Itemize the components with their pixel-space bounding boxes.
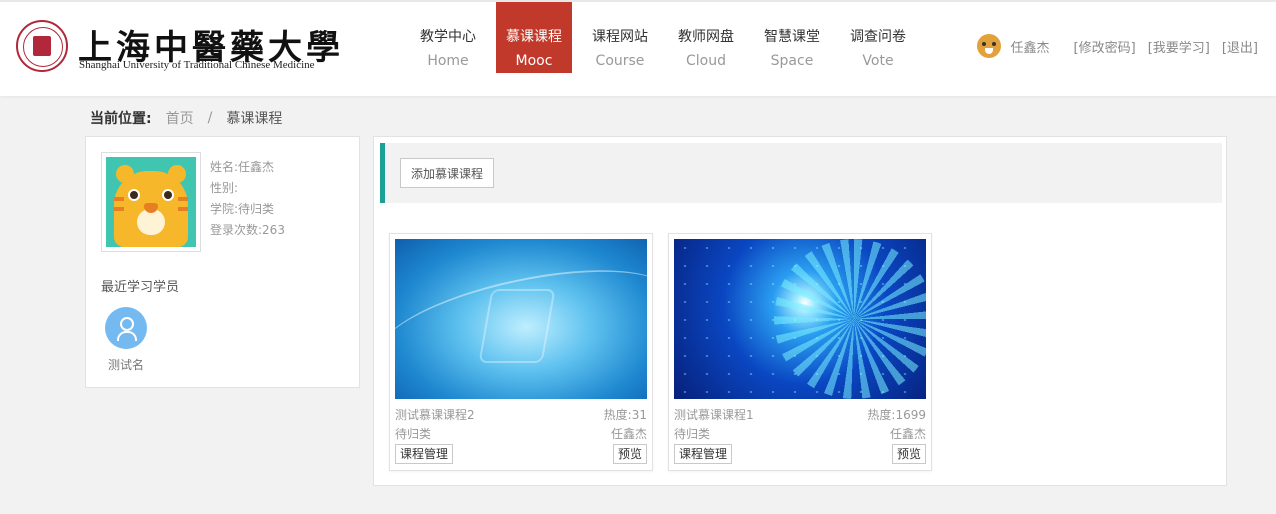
user-icon [105, 307, 147, 349]
profile-college: 学院:待归类 [210, 202, 275, 216]
course-manage-button[interactable]: 课程管理 [674, 444, 733, 464]
breadcrumb-home-link[interactable]: 首页 [166, 108, 194, 128]
add-mooc-course-button[interactable]: 添加慕课课程 [400, 158, 495, 188]
course-heat: 热度:31 [603, 408, 647, 422]
course-preview-button[interactable]: 预览 [891, 444, 926, 464]
breadcrumb-current: 慕课课程 [226, 111, 283, 127]
course-card: 测试慕课课程1 热度:1699 待归类 任鑫杰 课程管理 预览 [668, 233, 932, 471]
tiger-avatar-icon [106, 157, 196, 247]
course-title[interactable]: 测试慕课课程2 [395, 408, 475, 422]
change-password-link[interactable]: [修改密码] [1074, 37, 1136, 56]
logout-link[interactable]: [退出] [1222, 37, 1258, 56]
course-category: 待归类 [395, 427, 432, 441]
nav-label-en: Home [427, 53, 469, 69]
course-preview-button[interactable]: 预览 [612, 444, 647, 464]
tiger-avatar-icon [976, 34, 1001, 58]
recent-learners-title: 最近学习学员 [101, 280, 180, 295]
nav-label-cn: 调查问卷 [850, 29, 906, 45]
nav-item-mooc[interactable]: 慕课课程 Mooc [496, 2, 572, 73]
learner-item[interactable]: 测试名 [104, 307, 148, 373]
my-learning-link[interactable]: [我要学习] [1148, 37, 1210, 56]
breadcrumb: 当前位置: 首页 / 慕课课程 [90, 108, 282, 128]
course-panel: 添加慕课课程 测试慕课课程2 热度:31 待归类 任鑫杰 课程管理 预览 测试慕… [373, 136, 1227, 486]
course-thumbnail[interactable] [674, 239, 926, 399]
course-teacher: 任鑫杰 [610, 427, 647, 441]
nav-item-course[interactable]: 课程网站 Course [582, 2, 658, 73]
top-header: 上海中醫藥大學 Shanghai University of Tradition… [0, 0, 1276, 96]
profile-name: 姓名:任鑫杰 [210, 160, 275, 174]
breadcrumb-separator: / [207, 110, 213, 126]
nav-label-cn: 慕课课程 [506, 29, 562, 45]
course-teacher: 任鑫杰 [889, 427, 926, 441]
nav-label-en: Space [770, 53, 814, 69]
university-seal-icon [16, 20, 68, 72]
profile-gender: 性别: [210, 181, 239, 195]
nav-item-space[interactable]: 智慧课堂 Space [754, 2, 830, 73]
nav-item-home[interactable]: 教学中心 Home [410, 2, 486, 73]
nav-item-cloud[interactable]: 教师网盘 Cloud [668, 2, 744, 73]
breadcrumb-label: 当前位置: [90, 111, 152, 127]
university-logo[interactable]: 上海中醫藥大學 Shanghai University of Tradition… [14, 16, 340, 76]
course-category: 待归类 [674, 427, 711, 441]
course-manage-button[interactable]: 课程管理 [395, 444, 454, 464]
nav-label-en: Cloud [686, 53, 726, 69]
user-bar: 任鑫杰 [修改密码] [我要学习] [退出] [976, 34, 1258, 58]
course-card: 测试慕课课程2 热度:31 待归类 任鑫杰 课程管理 预览 [389, 233, 653, 471]
nav-label-en: Course [595, 53, 645, 69]
nav-label-cn: 课程网站 [592, 29, 648, 45]
nav-label-cn: 教学中心 [420, 29, 476, 45]
learner-name: 测试名 [107, 358, 144, 372]
course-toolbar: 添加慕课课程 [380, 143, 1222, 203]
course-title[interactable]: 测试慕课课程1 [674, 408, 754, 422]
profile-panel: 姓名:任鑫杰 性别: 学院:待归类 登录次数:263 最近学习学员 测试名 [85, 136, 360, 388]
user-name: 任鑫杰 [1010, 40, 1050, 56]
profile-avatar [101, 152, 201, 252]
logo-english-name: Shanghai University of Traditional Chine… [79, 59, 315, 71]
nav-label-en: Vote [862, 53, 894, 69]
profile-info: 姓名:任鑫杰 性别: 学院:待归类 登录次数:263 [210, 157, 285, 241]
course-heat: 热度:1699 [867, 408, 926, 422]
nav-label-cn: 智慧课堂 [764, 29, 820, 45]
nav-item-vote[interactable]: 调查问卷 Vote [840, 2, 916, 73]
profile-login-count: 登录次数:263 [210, 223, 285, 237]
main-nav: 教学中心 Home 慕课课程 Mooc 课程网站 Course 教师网盘 Clo… [410, 2, 926, 74]
nav-label-en: Mooc [515, 53, 553, 69]
course-thumbnail[interactable] [395, 239, 647, 399]
nav-label-cn: 教师网盘 [678, 29, 734, 45]
